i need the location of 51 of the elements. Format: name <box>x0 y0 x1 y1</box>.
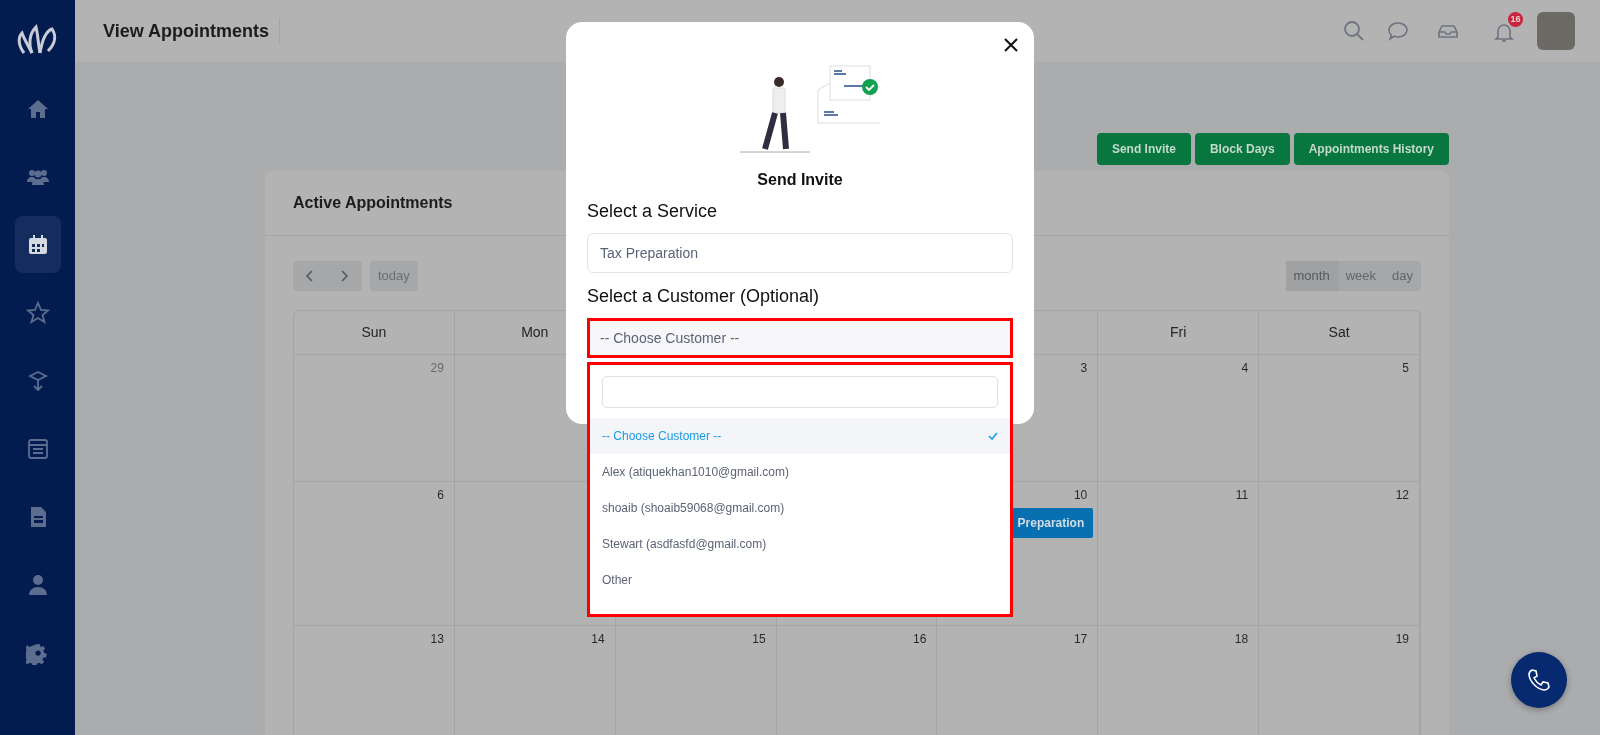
dropdown-option[interactable]: -- Choose Customer -- <box>590 418 1010 454</box>
day-number: 3 <box>1080 360 1088 377</box>
star-icon <box>25 300 50 325</box>
today-button[interactable]: today <box>370 261 418 291</box>
sidebar-item[interactable] <box>14 216 61 273</box>
day-number: 14 <box>591 631 605 648</box>
day-number: 12 <box>1395 487 1409 504</box>
customer-select[interactable]: -- Choose Customer -- <box>587 318 1013 358</box>
chat-bubble-icon[interactable] <box>1387 20 1409 42</box>
day-number: 15 <box>752 631 766 648</box>
weekday-label: Sun <box>361 323 387 342</box>
search-field[interactable] <box>602 376 998 408</box>
avatar-photo-placeholder[interactable] <box>1537 12 1575 50</box>
day-number: 4 <box>1241 360 1249 377</box>
dropdown-option[interactable]: Stewart (asdfasfd@gmail.com) <box>590 526 1010 562</box>
day-number: 19 <box>1395 631 1409 648</box>
weekday-label: Fri <box>1170 323 1187 342</box>
list-icon <box>25 436 50 461</box>
action-button[interactable]: Appointments History <box>1293 133 1449 165</box>
view-tab[interactable]: day <box>1384 261 1421 291</box>
day-number: 10 <box>1073 487 1088 504</box>
action-button[interactable]: Send Invite <box>1096 133 1191 165</box>
field-label: Select a Service <box>587 200 719 223</box>
service-select[interactable]: Tax Preparation <box>587 233 1013 273</box>
weekday-label: Sat <box>1328 323 1350 342</box>
dropdown-option[interactable]: shoaib (shoaib59068@gmail.com) <box>590 490 1010 526</box>
day-number: 13 <box>430 631 444 648</box>
day-number: 18 <box>1234 631 1249 648</box>
phone-icon <box>1526 667 1552 693</box>
day-number: 5 <box>1402 360 1409 377</box>
day-number: 29 <box>430 360 444 377</box>
day-number: 16 <box>913 631 927 648</box>
checkmark-icon <box>988 432 998 440</box>
day-number: 6 <box>437 487 444 504</box>
phone-button[interactable] <box>1511 652 1567 708</box>
action-button[interactable]: Block Days <box>1194 133 1290 165</box>
field-label: Select a Customer (Optional) <box>587 285 821 308</box>
notification-badge: 16 <box>1508 12 1523 27</box>
card-title: Active Appointments <box>293 193 453 213</box>
search-icon[interactable] <box>1343 20 1365 42</box>
modal-title: Send Invite <box>756 170 844 190</box>
dropdown-option[interactable]: Other <box>590 562 1010 598</box>
view-tab[interactable]: week <box>1337 261 1385 291</box>
weekday-label: Mon <box>521 323 549 342</box>
dropdown-option[interactable]: Alex (atiquekhan1010@gmail.com) <box>590 454 1010 490</box>
day-number: 17 <box>1073 631 1088 648</box>
page-title: View Appointments <box>103 17 281 45</box>
chevron-right-icon <box>339 269 349 283</box>
day-number: 11 <box>1235 487 1249 504</box>
chevron-left-icon <box>305 269 315 283</box>
view-tab[interactable]: month <box>1285 261 1338 291</box>
